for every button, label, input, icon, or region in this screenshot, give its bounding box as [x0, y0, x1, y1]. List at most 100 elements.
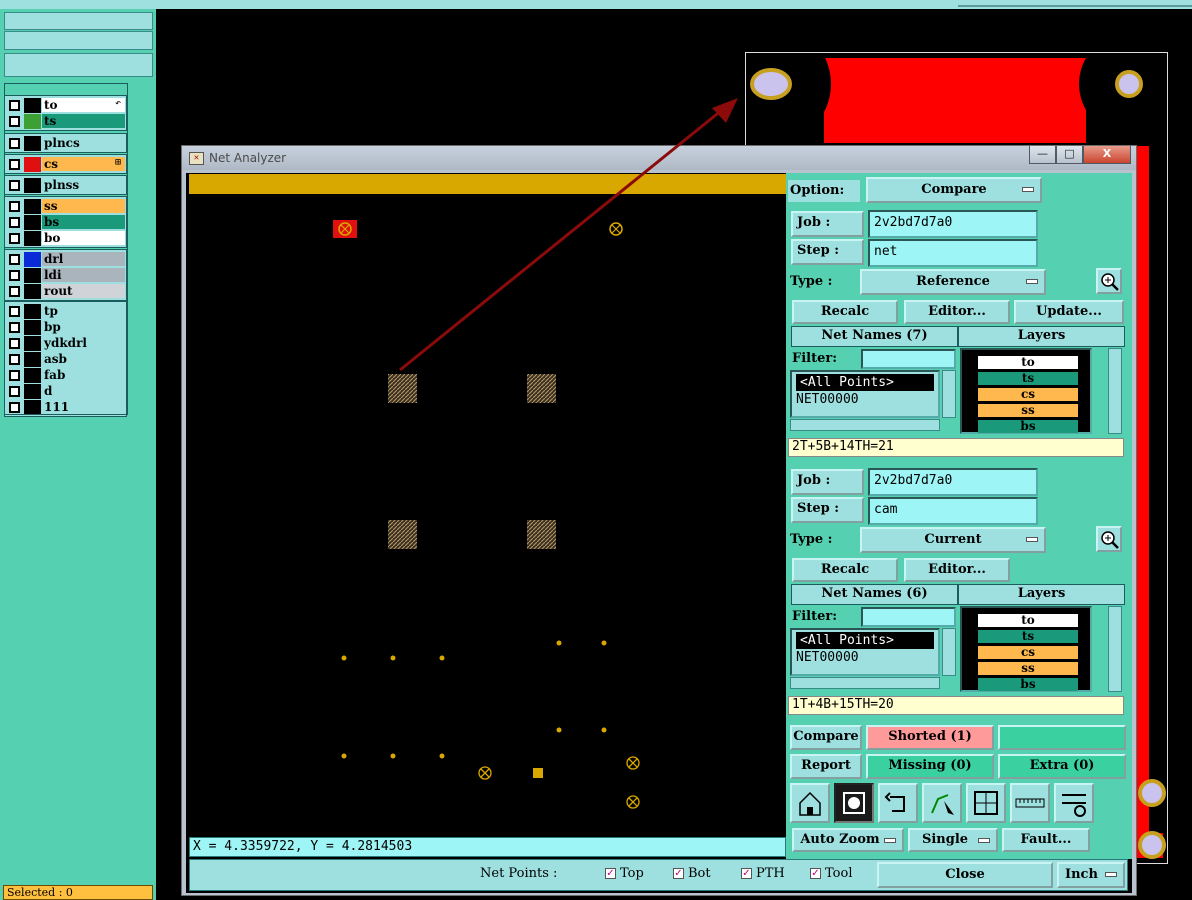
minimize-button[interactable]: —	[1029, 146, 1056, 164]
layer-row[interactable]: cs ⊞	[6, 156, 125, 172]
layer-checkbox-slot[interactable]	[6, 368, 24, 383]
layer-checkbox-slot[interactable]	[6, 136, 24, 151]
layer-list-item[interactable]: cs	[978, 388, 1078, 401]
window-tool[interactable]	[966, 783, 1006, 823]
ref-filter-input[interactable]	[861, 349, 956, 369]
shorted-button[interactable]: Shorted (1)	[866, 725, 994, 750]
layer-name[interactable]: bo	[42, 231, 125, 245]
ref-zoom-button[interactable]	[1096, 268, 1122, 294]
layer-name[interactable]: bs	[42, 215, 125, 229]
layer-row[interactable]: ydkdrl	[6, 335, 125, 351]
layer-name[interactable]: asb	[42, 352, 125, 366]
close-button[interactable]: Close	[877, 862, 1053, 888]
net-points-bot[interactable]: ✓ Bot	[673, 866, 711, 881]
layer-color-swatch[interactable]	[24, 214, 41, 230]
layer-color-swatch[interactable]	[24, 97, 41, 113]
layer-name[interactable]: plnss	[42, 178, 125, 192]
cur-net-item[interactable]: <All Points>	[796, 632, 934, 649]
ref-editor-button[interactable]: Editor...	[904, 300, 1010, 324]
auto-zoom-select[interactable]: Auto Zoom	[792, 828, 904, 852]
window-titlebar[interactable]: ✕ Net Analyzer — □ X	[182, 146, 1136, 170]
layer-row[interactable]: tp	[6, 303, 125, 319]
layer-checkbox-slot[interactable]	[6, 352, 24, 367]
checkbox-icon[interactable]	[9, 232, 20, 244]
layer-name[interactable]: 111	[42, 400, 125, 414]
layer-row[interactable]: d	[6, 383, 125, 399]
layer-row[interactable]: plncs	[6, 135, 125, 151]
layer-row[interactable]: ss	[6, 198, 125, 214]
layer-list-item[interactable]: to	[978, 614, 1078, 627]
layer-color-swatch[interactable]	[24, 335, 41, 351]
cur-type-select[interactable]: Current	[860, 527, 1046, 553]
layer-name[interactable]: to	[42, 98, 125, 112]
undo-tool[interactable]	[878, 783, 918, 823]
cur-layer-list[interactable]: to ts cs ss bs	[960, 606, 1092, 692]
missing-button[interactable]: Missing (0)	[866, 754, 994, 779]
cur-net-item[interactable]: NET00000	[792, 649, 938, 666]
checkbox-icon[interactable]	[9, 179, 20, 191]
layer-checkbox-slot[interactable]	[6, 284, 24, 299]
layer-name[interactable]: drl	[42, 252, 125, 266]
layer-name[interactable]: ts	[42, 114, 125, 128]
layer-checkbox-slot[interactable]	[6, 252, 24, 267]
net-points-top[interactable]: ✓ Top	[605, 866, 644, 881]
layer-color-swatch[interactable]	[24, 230, 41, 246]
settings-tool[interactable]	[1054, 783, 1094, 823]
fault-button[interactable]: Fault...	[1002, 828, 1090, 852]
units-select[interactable]: Inch	[1057, 862, 1125, 888]
layer-row[interactable]: fab	[6, 367, 125, 383]
layer-color-swatch[interactable]	[24, 367, 41, 383]
cur-editor-button[interactable]: Editor...	[904, 558, 1010, 582]
layer-name[interactable]: cs	[42, 157, 125, 171]
layer-row[interactable]: 111	[6, 399, 125, 415]
cur-net-scrollbar[interactable]	[942, 628, 956, 676]
extra-button[interactable]: Extra (0)	[998, 754, 1126, 779]
checkbox-icon[interactable]	[9, 158, 20, 170]
layer-color-swatch[interactable]	[24, 351, 41, 367]
layer-color-swatch[interactable]	[24, 383, 41, 399]
checkbox-icon[interactable]	[9, 321, 20, 333]
layer-checkbox-slot[interactable]	[6, 268, 24, 283]
layer-list-item[interactable]: to	[978, 356, 1078, 369]
layer-name[interactable]: bp	[42, 320, 125, 334]
compare-button[interactable]: Compare	[790, 725, 862, 750]
layer-color-swatch[interactable]	[24, 177, 41, 193]
layer-checkbox-slot[interactable]	[6, 98, 24, 113]
cur-zoom-button[interactable]	[1096, 526, 1122, 552]
checkbox-icon[interactable]	[9, 253, 20, 265]
layer-list-item[interactable]: cs	[978, 646, 1078, 659]
layer-name[interactable]: ss	[42, 199, 125, 213]
layer-row[interactable]: drl	[6, 251, 125, 267]
layer-row[interactable]: rout	[6, 283, 125, 299]
layer-color-swatch[interactable]	[24, 319, 41, 335]
layer-list-item[interactable]: ts	[978, 372, 1078, 385]
close-window-button[interactable]: X	[1083, 146, 1131, 164]
cur-layer-scrollbar[interactable]	[1108, 606, 1122, 692]
layer-name[interactable]: tp	[42, 304, 125, 318]
layer-name[interactable]: ldi	[42, 268, 125, 282]
layer-list-item[interactable]: bs	[978, 678, 1078, 691]
ref-net-item[interactable]: NET00000	[792, 391, 938, 408]
checkbox-icon[interactable]	[9, 369, 20, 381]
ref-update-button[interactable]: Update...	[1014, 300, 1124, 324]
checkbox-icon[interactable]	[9, 285, 20, 297]
layer-checkbox-slot[interactable]	[6, 199, 24, 214]
cur-job-field[interactable]: 2v2bd7d7a0	[868, 468, 1038, 496]
layer-row[interactable]: ldi	[6, 267, 125, 283]
layer-list-item[interactable]: ss	[978, 662, 1078, 675]
layer-checkbox-slot[interactable]	[6, 157, 24, 172]
layer-color-swatch[interactable]	[24, 283, 41, 299]
layer-row[interactable]: asb	[6, 351, 125, 367]
cur-net-hscrollbar[interactable]	[790, 677, 940, 689]
layer-checkbox-slot[interactable]	[6, 215, 24, 230]
layer-row[interactable]: ts	[6, 113, 125, 129]
layer-color-swatch[interactable]	[24, 251, 41, 267]
layer-list-item[interactable]: bs	[978, 420, 1078, 433]
layer-checkbox-slot[interactable]	[6, 384, 24, 399]
checkbox-icon[interactable]	[9, 305, 20, 317]
checkbox-icon[interactable]	[9, 115, 20, 127]
layer-name[interactable]: d	[42, 384, 125, 398]
layer-name[interactable]: plncs	[42, 136, 125, 150]
net-points-pth[interactable]: ✓ PTH	[741, 866, 785, 881]
cur-step-field[interactable]: cam	[868, 497, 1038, 525]
